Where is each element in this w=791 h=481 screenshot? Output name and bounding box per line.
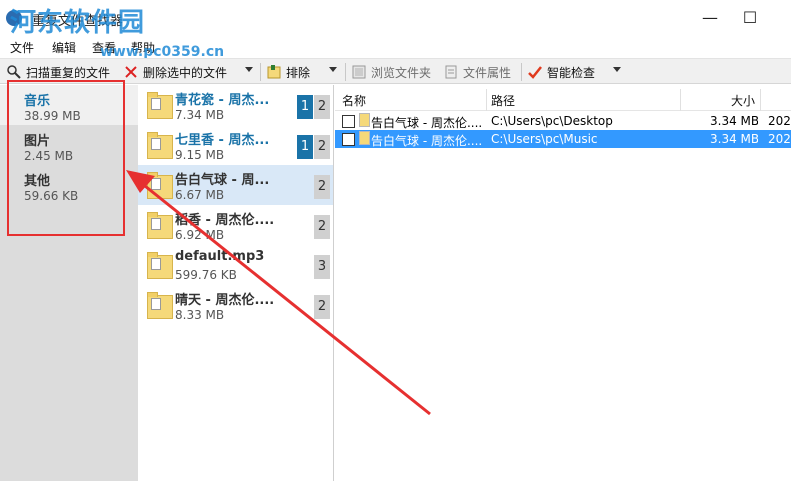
file-size: 3.34 MB — [710, 114, 758, 128]
exclude-dropdown-icon[interactable] — [329, 67, 337, 72]
group-name: default.mp3 — [175, 249, 265, 264]
menu-edit[interactable]: 编辑 — [52, 39, 76, 56]
file-count-badge: 2 — [314, 295, 330, 319]
group-name: 晴天 - 周杰伦.... — [175, 293, 275, 308]
checked-count-badge: 1 — [297, 95, 313, 119]
file-size: 3.34 MB — [710, 132, 758, 146]
file-count-badge: 2 — [314, 135, 330, 159]
group-size: 599.76 KB — [175, 268, 237, 282]
group-name: 青花瓷 - 周杰... — [175, 93, 270, 108]
folder-icon — [147, 292, 173, 320]
group-size: 6.67 MB — [175, 188, 225, 202]
duplicate-group[interactable]: 七里香 - 周杰... 9.15 MB 1 2 — [138, 125, 333, 165]
file-properties-label: 文件属性 — [463, 65, 512, 80]
magnifier-icon — [6, 64, 22, 80]
folder-icon — [147, 252, 173, 280]
file-count-badge: 2 — [314, 215, 330, 239]
duplicate-group[interactable]: 青花瓷 - 周杰... 7.34 MB 1 2 — [138, 85, 333, 125]
file-name: 告白气球 - 周杰伦.... — [371, 134, 483, 148]
file-date: 2020 — [768, 114, 791, 128]
column-header-name[interactable]: 名称 — [342, 92, 366, 109]
toolbar-divider — [345, 63, 346, 81]
toolbar-divider — [521, 63, 522, 81]
smart-check-label: 智能检查 — [547, 65, 596, 80]
column-divider[interactable] — [760, 89, 761, 111]
file-date: 2020 — [768, 132, 791, 146]
group-size: 7.34 MB — [175, 108, 225, 122]
group-name: 七里香 - 周杰... — [175, 133, 270, 148]
folder-icon — [147, 92, 173, 120]
file-count-badge: 2 — [314, 175, 330, 199]
checked-count-badge: 1 — [297, 135, 313, 159]
annotation-highlight-box — [7, 80, 125, 236]
exclude-icon — [266, 64, 282, 80]
group-size: 9.15 MB — [175, 148, 225, 162]
file-properties-icon — [443, 64, 459, 80]
file-count-badge: 3 — [314, 255, 330, 279]
watermark-logo: 河东软件园 — [10, 8, 146, 38]
row-checkbox[interactable] — [342, 115, 355, 128]
delete-selected-button[interactable]: 删除选中的文件 — [123, 62, 227, 82]
delete-x-icon — [123, 64, 139, 80]
smart-check-dropdown-icon[interactable] — [613, 67, 621, 72]
file-list-pane: 名称 路径 大小 告白气球 - 周杰伦.... C:\Users\pc\Desk… — [335, 85, 791, 481]
folder-icon — [147, 212, 173, 240]
file-properties-button[interactable]: 文件属性 — [443, 62, 511, 82]
delete-selected-label: 删除选中的文件 — [143, 65, 228, 80]
folder-icon — [147, 132, 173, 160]
folder-icon — [147, 172, 173, 200]
duplicate-group[interactable]: 稻香 - 周杰伦.... 6.92 MB 2 — [138, 205, 333, 245]
column-divider[interactable] — [486, 89, 487, 111]
maximize-button[interactable]: ☐ — [740, 8, 760, 28]
column-divider[interactable] — [680, 89, 681, 111]
title-bar: 重复文件查找器 河东软件园 — ☐ — [0, 0, 791, 38]
group-size: 6.92 MB — [175, 228, 225, 242]
delete-dropdown-icon[interactable] — [245, 67, 253, 72]
duplicate-group[interactable]: 告白气球 - 周... 6.67 MB 2 — [138, 165, 333, 205]
minimize-button[interactable]: — — [700, 8, 720, 28]
smart-check-button[interactable]: 智能检查 — [527, 62, 595, 82]
group-name: 稻香 - 周杰伦.... — [175, 213, 275, 228]
scan-duplicates-button[interactable]: 扫描重复的文件 — [6, 62, 110, 82]
scan-label: 扫描重复的文件 — [26, 65, 111, 80]
file-row[interactable]: 告白气球 - 周杰伦.... C:\Users\pc\Music 3.34 MB… — [335, 130, 791, 148]
file-row[interactable]: 告白气球 - 周杰伦.... C:\Users\pc\Desktop 3.34 … — [335, 112, 791, 130]
duplicate-group[interactable]: default.mp3 599.76 KB 3 — [138, 245, 333, 285]
file-path: C:\Users\pc\Music — [491, 132, 598, 146]
browse-folder-label: 浏览文件夹 — [371, 65, 432, 80]
duplicate-groups-pane: 青花瓷 - 周杰... 7.34 MB 1 2 七里香 - 周杰... 9.15… — [138, 85, 334, 481]
column-header-path[interactable]: 路径 — [491, 92, 515, 109]
list-header: 名称 路径 大小 — [335, 89, 791, 111]
duplicate-group[interactable]: 晴天 - 周杰伦.... 8.33 MB 2 — [138, 285, 333, 325]
checkmark-icon — [527, 64, 543, 80]
file-count-badge: 2 — [314, 95, 330, 119]
file-name: 告白气球 - 周杰伦.... — [371, 116, 483, 130]
file-icon — [359, 131, 370, 145]
row-checkbox[interactable] — [342, 133, 355, 146]
column-header-size[interactable]: 大小 — [731, 92, 755, 109]
exclude-button[interactable]: 排除 — [266, 62, 310, 82]
toolbar-divider — [260, 63, 261, 81]
menu-file[interactable]: 文件 — [10, 39, 34, 56]
file-path: C:\Users\pc\Desktop — [491, 114, 613, 128]
browse-folder-icon — [351, 64, 367, 80]
group-name: 告白气球 - 周... — [175, 173, 270, 188]
group-size: 8.33 MB — [175, 308, 225, 322]
exclude-label: 排除 — [286, 65, 311, 80]
file-icon — [359, 113, 370, 127]
browse-folder-button[interactable]: 浏览文件夹 — [351, 62, 431, 82]
